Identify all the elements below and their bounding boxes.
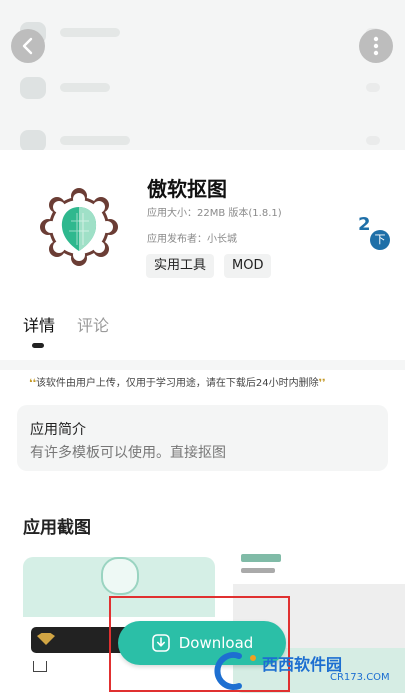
intro-text: 有许多模板可以使用。直接抠图 xyxy=(30,445,226,461)
notice-text: 该软件由用户上传，仅用于学习用途，请在下载后24小时内删除 xyxy=(35,378,319,389)
watermark-url: CR173.COM xyxy=(330,672,390,683)
app-size-version: 应用大小：22MB 版本(1.8.1) xyxy=(147,208,282,219)
quote-icon: ❛❛ xyxy=(29,378,36,389)
backdrop-row xyxy=(20,128,380,150)
app-title: 傲软抠图 xyxy=(147,177,227,201)
tag-mod[interactable]: MOD xyxy=(224,254,272,278)
screenshots-title: 应用截图 xyxy=(23,518,91,538)
download-count: 2 xyxy=(358,214,371,235)
tab-comments[interactable]: 评论 xyxy=(77,312,109,336)
tab-active-indicator xyxy=(32,343,44,348)
more-vertical-icon xyxy=(373,36,379,56)
tab-details[interactable]: 详情 xyxy=(23,312,55,336)
backdrop-row xyxy=(20,20,380,46)
back-arrow-icon xyxy=(22,37,33,55)
more-button[interactable] xyxy=(359,29,393,63)
backdrop-row xyxy=(20,75,380,101)
app-publisher: 应用发布者：小长城 xyxy=(147,234,237,245)
app-logo-icon xyxy=(40,188,118,266)
intro-title: 应用简介 xyxy=(30,422,86,438)
download-icon xyxy=(151,634,170,652)
upload-notice: ❛❛该软件由用户上传，仅用于学习用途，请在下载后24小时内删除❜❜ xyxy=(29,374,326,389)
section-divider xyxy=(0,360,405,370)
quote-icon: ❜❜ xyxy=(318,378,326,389)
tag-utility[interactable]: 实用工具 xyxy=(146,254,215,278)
download-badge[interactable]: 下 xyxy=(370,230,390,250)
app-logo xyxy=(40,188,118,266)
watermark-logo-icon xyxy=(214,652,256,690)
back-button[interactable] xyxy=(11,29,45,63)
header-backdrop xyxy=(0,0,405,150)
